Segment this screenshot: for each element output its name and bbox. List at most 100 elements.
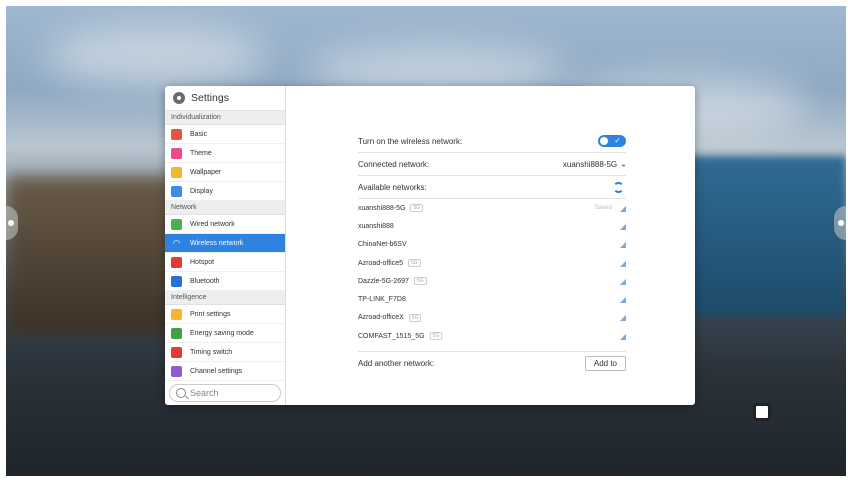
- search-placeholder: Search: [190, 388, 219, 398]
- wallpaper-icon: [171, 166, 182, 178]
- wireless-toggle-label: Turn on the wireless network:: [358, 136, 463, 146]
- network-name: Dazzle-5G-2697: [358, 277, 409, 285]
- wifi-signal-icon: ◢: [619, 276, 626, 286]
- timer-icon: [171, 346, 182, 358]
- hotspot-icon: [171, 256, 182, 268]
- sidebar-item-label: Wired network: [190, 220, 235, 228]
- refresh-icon[interactable]: [613, 181, 624, 193]
- network-name: ChinaNet-b6SV: [358, 241, 407, 249]
- display-icon: [171, 185, 182, 197]
- network-name: COMFAST_1515_5G: [358, 332, 425, 340]
- settings-window: Settings Individualization Basic Theme Wall…: [165, 86, 695, 405]
- wifi-signal-icon: ◢: [619, 240, 626, 250]
- network-list-item[interactable]: xuanshi888 ◢: [358, 217, 626, 235]
- search-input[interactable]: Search: [169, 384, 281, 402]
- network-status-group: ◢: [620, 295, 626, 304]
- network-list-item[interactable]: ChinaNet-b6SV ◢: [358, 236, 626, 254]
- sidebar-item-label: Basic: [190, 130, 208, 138]
- network-status-group: ◢: [620, 313, 626, 322]
- network-status-group: ◢: [620, 240, 626, 249]
- network-list-item[interactable]: Dazzle-2327◢: [358, 345, 626, 351]
- sidebar-section-header: Intelligence: [165, 291, 285, 305]
- band-tag: 5G: [413, 277, 427, 286]
- network-list-item[interactable]: TP-LINK_F7D8 ◢: [358, 290, 626, 308]
- print-icon: [171, 308, 182, 320]
- sidebar-section-header: Individualization: [165, 111, 285, 125]
- connected-network-label: Connected network:: [358, 159, 430, 169]
- sidebar-item-label: Theme: [190, 149, 212, 157]
- check-icon: ✓: [614, 136, 621, 145]
- network-name-group: Azroad-officeX 5G: [358, 313, 422, 322]
- network-name: Azroad-officeX: [358, 314, 404, 322]
- saved-status: Saved: [594, 205, 612, 212]
- sidebar-item-timing-switch[interactable]: Timing switch: [165, 343, 285, 362]
- network-name-group: Dazzle-5G-2697 5G: [358, 277, 427, 286]
- gear-icon: [173, 92, 185, 104]
- sidebar-item-energy-saving-mode[interactable]: Energy saving mode: [165, 324, 285, 343]
- network-name: Azroad-office5: [358, 259, 404, 267]
- sidebar-item-label: Timing switch: [190, 348, 233, 356]
- network-list-item[interactable]: Dazzle-5G-2697 5G ◢: [358, 272, 626, 290]
- sidebar-item-label: Channel settings: [190, 367, 243, 375]
- wifi-signal-icon: ◢: [619, 295, 626, 305]
- add-network-button[interactable]: Add to: [584, 355, 626, 371]
- wired-network-icon: [171, 218, 182, 230]
- sidebar-item-label: Bluetooth: [190, 277, 220, 285]
- band-tag: 5G: [410, 204, 424, 213]
- search-icon: [176, 388, 186, 398]
- network-name: TP-LINK_F7D8: [358, 296, 406, 304]
- network-name-group: COMFAST_1515_5G 5G: [358, 332, 443, 341]
- network-name: xuanshi888-5G: [358, 204, 406, 212]
- network-list-item[interactable]: xuanshi888-5G 5G Saved ◢: [358, 199, 626, 217]
- network-list-item[interactable]: Azroad-officeX 5G ◢: [358, 309, 626, 327]
- floating-menu-button[interactable]: [753, 403, 771, 421]
- channel-icon: [171, 365, 182, 377]
- band-tag: 5G: [429, 332, 443, 341]
- network-name: xuanshi888: [358, 222, 394, 230]
- sidebar-item-wallpaper[interactable]: Wallpaper: [165, 163, 285, 182]
- sidebar-item-label: Print settings: [190, 310, 231, 318]
- sidebar-section-header: Network: [165, 201, 285, 215]
- network-name-group: xuanshi888-5G 5G: [358, 204, 424, 213]
- toggle-knob: [600, 137, 608, 145]
- network-list-item[interactable]: Azroad-office5 5G ◢: [358, 254, 626, 272]
- sidebar-item-label: Wireless network: [190, 239, 244, 247]
- network-list-item[interactable]: COMFAST_1515_5G 5G ◢: [358, 327, 626, 345]
- network-name-group: xuanshi888: [358, 223, 394, 230]
- theme-icon: [171, 147, 182, 159]
- settings-title: Settings: [165, 86, 285, 111]
- bluetooth-icon: [171, 275, 182, 287]
- wifi-signal-icon: ◢: [619, 331, 626, 341]
- sidebar-item-bluetooth[interactable]: Bluetooth: [165, 272, 285, 291]
- wifi-signal-icon: ◢: [619, 258, 626, 268]
- network-status-group: ◢: [620, 332, 626, 341]
- network-name-group: TP-LINK_F7D8: [358, 296, 406, 303]
- sidebar-item-print-settings[interactable]: Print settings: [165, 305, 285, 324]
- network-status-group: ◢: [620, 222, 626, 231]
- wireless-toggle-row: Turn on the wireless network: ✓: [358, 130, 626, 153]
- wireless-settings-panel: Turn on the wireless network: ✓ Connecte…: [358, 130, 626, 374]
- available-networks-row: Available networks:: [358, 176, 626, 199]
- network-name-group: ChinaNet-b6SV: [358, 241, 407, 248]
- wifi-signal-icon: ◢: [619, 221, 626, 231]
- add-network-row: Add another network: Add to: [358, 351, 626, 374]
- sidebar-item-basic[interactable]: Basic: [165, 125, 285, 144]
- connected-network-value: xuanshi888-5G: [562, 159, 618, 169]
- sidebar-item-label: Wallpaper: [190, 168, 222, 176]
- sidebar-item-channel-settings[interactable]: Channel settings: [165, 362, 285, 381]
- sidebar-item-display[interactable]: Display: [165, 182, 285, 201]
- wifi-signal-icon: ◢: [619, 313, 626, 323]
- available-networks-label: Available networks:: [358, 182, 427, 192]
- sidebar-item-hotspot[interactable]: Hotspot: [165, 253, 285, 272]
- right-edge-handle[interactable]: [834, 206, 846, 240]
- sidebar-item-label: Display: [190, 187, 213, 195]
- wifi-signal-icon: ◢: [620, 350, 626, 351]
- sidebar-item-theme[interactable]: Theme: [165, 144, 285, 163]
- band-tag: 5G: [408, 313, 422, 322]
- sidebar-item-wired-network[interactable]: Wired network: [165, 215, 285, 234]
- background-rock: [6, 176, 176, 336]
- wireless-toggle[interactable]: ✓: [598, 135, 626, 147]
- connected-network-row: Connected network: xuanshi888-5G ◒: [358, 153, 626, 176]
- network-name-group: Azroad-office5 5G: [358, 259, 421, 268]
- sidebar-item-wireless-network[interactable]: ◠ Wireless network: [165, 234, 285, 253]
